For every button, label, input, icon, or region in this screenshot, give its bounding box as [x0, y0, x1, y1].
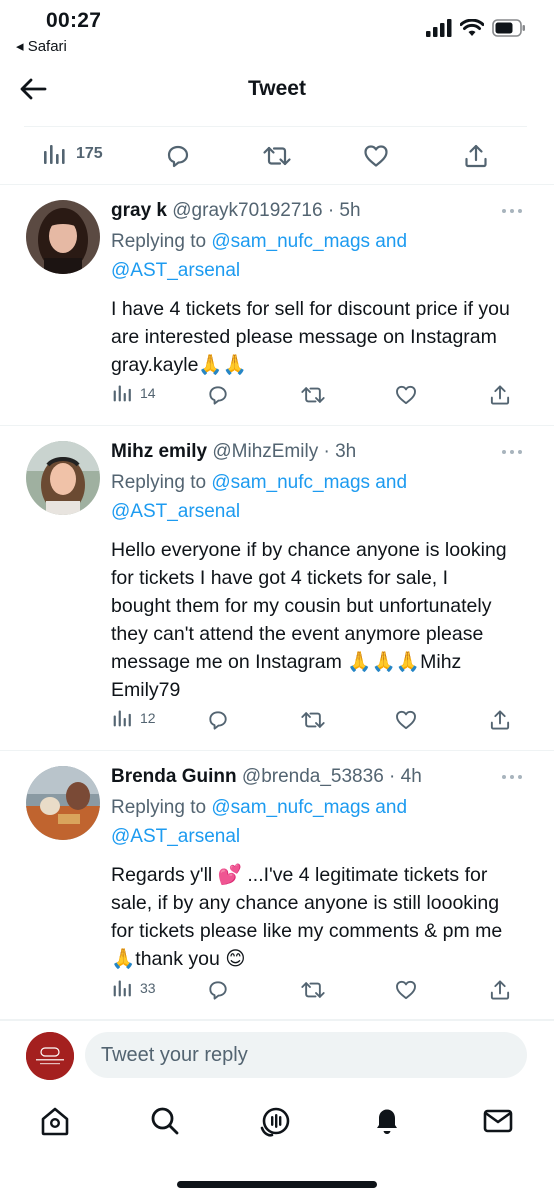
handle-and-time: @grayk70192716 · 5h: [172, 200, 361, 221]
display-name[interactable]: Brenda Guinn: [111, 766, 237, 787]
cellular-signal-icon: [426, 19, 452, 37]
reply-icon: [209, 386, 227, 405]
like-button[interactable]: [394, 978, 418, 1002]
reply-content: Brenda Guinn @brenda_53836 · 4h Replying…: [111, 764, 511, 973]
tweet-text: I have 4 tickets for sell for discount p…: [111, 298, 510, 376]
display-name[interactable]: Mihz emily: [111, 441, 207, 462]
status-icons: [426, 19, 526, 37]
replying-prefix: Replying to: [111, 797, 207, 818]
tweet-text: Regards y'll 💕 ...I've 4 legitimate tick…: [111, 864, 503, 970]
messages-icon[interactable]: [481, 1104, 515, 1138]
share-icon: [490, 710, 510, 730]
analytics-icon: [44, 145, 65, 164]
reply-tweet[interactable]: Brenda Guinn @brenda_53836 · 4h Replying…: [0, 752, 554, 1020]
like-icon: [396, 385, 416, 405]
status-time: 00:27: [46, 9, 102, 32]
like-icon: [396, 710, 416, 730]
views-count: 175: [76, 145, 103, 162]
replying-prefix: Replying to: [111, 231, 207, 252]
replying-to: Replying to @sam_nufc_mags and @AST_arse…: [111, 468, 511, 526]
views-count: 12: [140, 710, 156, 726]
share-icon: [490, 385, 510, 405]
reply-actions: 12: [112, 708, 512, 734]
wifi-icon: [460, 19, 484, 36]
reply-icon: [209, 981, 227, 1000]
ast-logo-icon: [26, 1032, 74, 1080]
notifications-icon[interactable]: [370, 1104, 404, 1138]
reply-icon: [167, 145, 189, 168]
analytics-icon: [113, 980, 131, 997]
reply-tweet[interactable]: Mihz emily @MihzEmily · 3h Replying to @…: [0, 427, 554, 751]
share-button[interactable]: [488, 978, 512, 1002]
back-to-safari-link[interactable]: ◂ Safari: [16, 37, 67, 55]
reply-button[interactable]: [206, 978, 230, 1002]
page-title: Tweet: [248, 77, 306, 100]
reply-button[interactable]: [206, 708, 230, 732]
avatar[interactable]: [26, 766, 100, 840]
replying-prefix: Replying to: [111, 472, 207, 493]
analytics-icon: [113, 710, 131, 727]
home-icon[interactable]: [38, 1104, 72, 1138]
reply-content: Mihz emily @MihzEmily · 3h Replying to @…: [111, 439, 511, 704]
handle-and-time: @brenda_53836 · 4h: [241, 766, 422, 787]
retweet-button[interactable]: [300, 708, 326, 732]
like-button[interactable]: [394, 708, 418, 732]
retweet-button[interactable]: [300, 978, 326, 1002]
reply-actions: 33: [112, 978, 512, 1004]
bottom-tab-bar: [0, 1090, 554, 1160]
reply-header: gray k @grayk70192716 · 5h: [111, 198, 511, 224]
like-icon: [396, 980, 416, 1000]
views-button[interactable]: 175: [42, 142, 103, 166]
search-icon[interactable]: [148, 1104, 182, 1138]
user-avatar[interactable]: [26, 1032, 74, 1080]
more-options-button[interactable]: [502, 207, 524, 215]
home-indicator[interactable]: [177, 1181, 377, 1188]
like-icon: [364, 145, 388, 167]
tweet-text: Hello everyone if by chance anyone is lo…: [111, 539, 507, 701]
reply-header: Brenda Guinn @brenda_53836 · 4h: [111, 764, 511, 790]
views-button[interactable]: 14: [112, 383, 156, 403]
reply-input[interactable]: Tweet your reply: [85, 1032, 527, 1078]
share-icon: [490, 980, 510, 1000]
retweet-button[interactable]: [262, 142, 292, 170]
reply-button[interactable]: [206, 383, 230, 407]
status-bar: 00:27 ◂ Safari: [0, 0, 554, 60]
reply-header: Mihz emily @MihzEmily · 3h: [111, 439, 511, 465]
reply-composer: Tweet your reply: [0, 1020, 554, 1088]
like-button[interactable]: [362, 142, 390, 170]
share-button[interactable]: [488, 383, 512, 407]
avatar[interactable]: [26, 441, 100, 515]
views-count: 14: [140, 385, 156, 401]
like-button[interactable]: [394, 383, 418, 407]
avatar[interactable]: [26, 200, 100, 274]
retweet-icon: [263, 146, 291, 166]
views-button[interactable]: 33: [112, 978, 156, 998]
share-button[interactable]: [462, 142, 490, 170]
analytics-icon: [113, 385, 131, 402]
more-options-button[interactable]: [502, 773, 524, 781]
retweet-button[interactable]: [300, 383, 326, 407]
battery-icon: [492, 19, 525, 37]
reply-tweet[interactable]: gray k @grayk70192716 · 5h Replying to @…: [0, 186, 554, 426]
spaces-icon[interactable]: [259, 1104, 293, 1138]
retweet-icon: [301, 982, 325, 998]
reply-button[interactable]: [164, 142, 192, 170]
retweet-icon: [301, 712, 325, 728]
more-options-button[interactable]: [502, 448, 524, 456]
share-button[interactable]: [488, 708, 512, 732]
reply-content: gray k @grayk70192716 · 5h Replying to @…: [111, 198, 511, 379]
views-count: 33: [140, 980, 156, 996]
handle-and-time: @MihzEmily · 3h: [212, 441, 357, 462]
retweet-icon: [301, 387, 325, 403]
header: Tweet: [0, 60, 554, 126]
display-name[interactable]: gray k: [111, 200, 167, 221]
replying-to: Replying to @sam_nufc_mags and @AST_arse…: [111, 793, 511, 851]
main-tweet-actions: 175: [0, 127, 554, 185]
replying-to: Replying to @sam_nufc_mags and @AST_arse…: [111, 227, 511, 285]
views-button[interactable]: 12: [112, 708, 156, 728]
reply-icon: [209, 711, 227, 730]
share-icon: [465, 144, 487, 168]
reply-actions: 14: [112, 383, 512, 409]
